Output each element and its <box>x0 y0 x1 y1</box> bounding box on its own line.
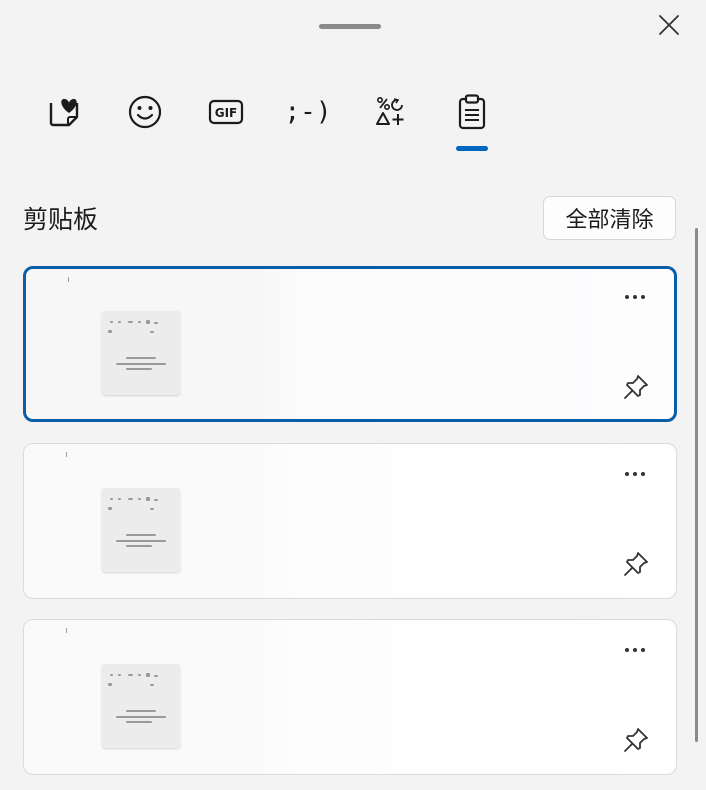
scrollbar[interactable] <box>695 228 698 742</box>
pin-button[interactable] <box>622 726 650 754</box>
item-marker <box>68 277 69 282</box>
pin-icon <box>624 375 648 399</box>
symbols-icon <box>376 96 404 125</box>
gif-icon-label: GIF <box>215 106 238 120</box>
close-icon <box>659 15 679 35</box>
tab-gif[interactable]: GIF <box>202 88 250 136</box>
more-options-button[interactable] <box>622 464 648 484</box>
pin-icon <box>624 552 648 576</box>
more-options-button[interactable] <box>622 640 648 660</box>
tab-emoji[interactable] <box>121 88 169 136</box>
clipboard-item[interactable] <box>23 266 677 422</box>
image-thumbnail <box>102 488 180 572</box>
image-thumbnail <box>102 664 180 748</box>
clipboard-item[interactable] <box>23 443 677 599</box>
tab-clipboard[interactable] <box>448 88 496 136</box>
more-icon <box>625 472 645 476</box>
smiley-icon <box>128 95 162 129</box>
tab-selection-indicator <box>456 146 488 151</box>
item-marker <box>66 628 67 633</box>
pin-button[interactable] <box>622 373 650 401</box>
pin-icon <box>624 728 648 752</box>
kaomoji-icon: ;-) <box>284 97 332 127</box>
gif-icon: GIF <box>208 99 244 125</box>
heart-sticker-icon <box>49 98 79 127</box>
clipboard-item[interactable] <box>23 619 677 775</box>
section-title: 剪贴板 <box>23 205 99 234</box>
image-thumbnail <box>102 311 180 395</box>
close-button[interactable] <box>654 10 684 40</box>
tab-symbols[interactable] <box>365 88 413 136</box>
clipboard-icon <box>458 94 486 130</box>
more-icon <box>625 295 645 299</box>
clear-all-button[interactable]: 全部清除 <box>543 196 676 240</box>
drag-handle[interactable] <box>319 24 381 29</box>
tab-favorites[interactable] <box>40 88 88 136</box>
more-icon <box>625 648 645 652</box>
tab-kaomoji[interactable]: ;-) <box>284 88 332 136</box>
pin-button[interactable] <box>622 550 650 578</box>
item-marker <box>66 452 67 457</box>
more-options-button[interactable] <box>622 287 648 307</box>
